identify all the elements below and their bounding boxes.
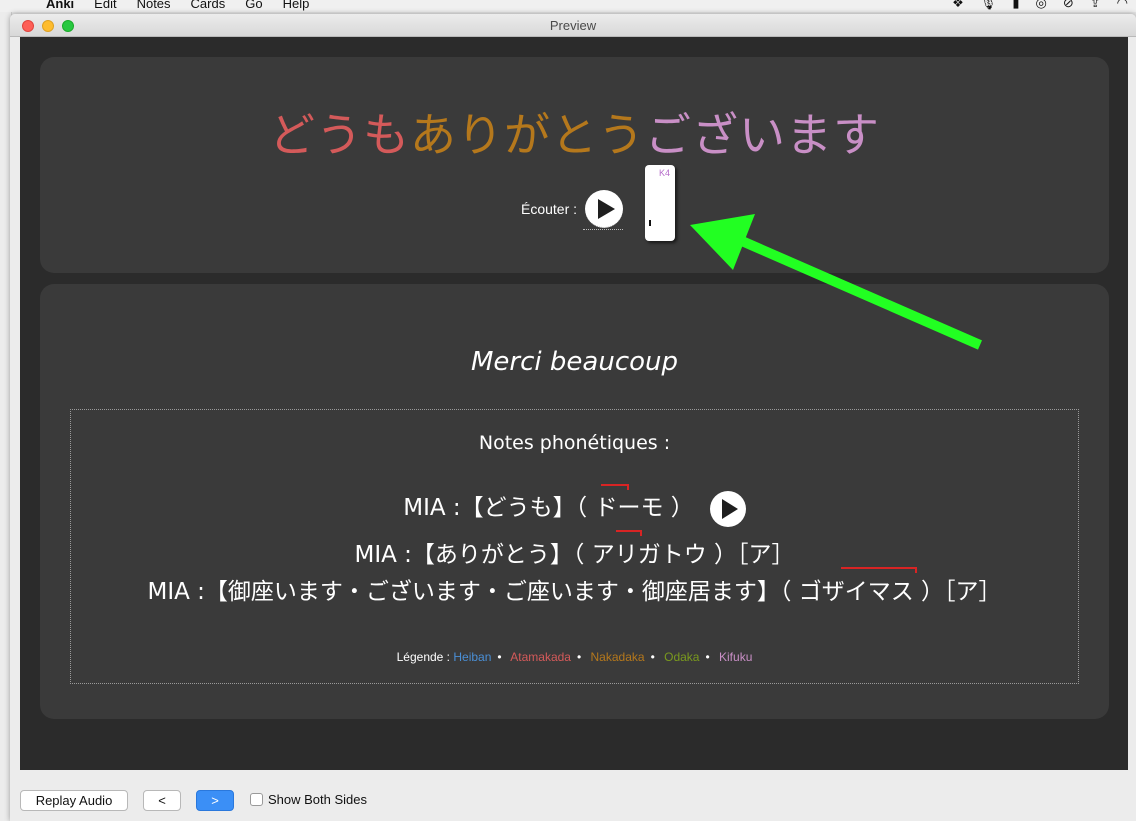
play-audio-icon[interactable]	[585, 190, 624, 228]
upload-icon[interactable]: ⇪	[1090, 0, 1101, 11]
card-webview: どうもありがとうございます Écouter : K4 Merci beaucou…	[20, 37, 1128, 770]
card-front-panel: どうもありがとうございます Écouter : K4	[40, 57, 1109, 273]
reading-line: MIA :【どうも】（ ドーモ ）	[71, 488, 1078, 527]
stroke-card-label: K4	[658, 168, 670, 178]
card-back-panel: Merci beaucoup Notes phonétiques : MIA :…	[40, 284, 1109, 719]
reading-text: MIA :【御座います・ございます・ご座います・御座居ます】（ ゴザイマス ）［…	[147, 579, 1002, 605]
previous-card-button[interactable]: <	[143, 790, 181, 811]
word-part-1: どうも	[269, 108, 410, 162]
translation: Merci beaucoup	[471, 347, 678, 377]
reading-line: MIA :【ありがとう】（ アリガトウ ）［ア］	[71, 535, 1078, 569]
menu-help[interactable]: Help	[283, 0, 310, 11]
menu-items: Anki Edit Notes Cards Go Help	[46, 0, 309, 11]
macos-menubar: Anki Edit Notes Cards Go Help ❖ 🎙 ▮ ◎ ⊘ …	[0, 0, 1136, 12]
reading-text: MIA :【どうも】（ ドーモ ）	[403, 495, 694, 521]
play-audio-icon[interactable]	[709, 490, 746, 527]
reading-text: MIA :【ありがとう】（ アリガトウ ）［ア］	[354, 542, 795, 568]
phonetic-notes-box: Notes phonétiques : MIA :【どうも】（ ドーモ ） MI…	[70, 409, 1079, 684]
legend-kifuku: Kifuku	[719, 650, 753, 664]
close-window-button[interactable]	[22, 20, 34, 32]
stroke-mark	[649, 220, 651, 226]
menu-notes[interactable]: Notes	[137, 0, 171, 11]
preview-bottom-bar: Replay Audio < > Show Both Sides	[10, 770, 1136, 821]
preview-window: Preview どうもありがとうございます Écouter : K4 Merci…	[10, 14, 1136, 821]
show-both-sides-label: Show Both Sides	[268, 792, 368, 807]
pitch-accent-mark	[616, 530, 642, 536]
no-entry-icon[interactable]: ⊘	[1063, 0, 1074, 11]
status-icons: ❖ 🎙 ▮ ◎ ⊘ ⇪ ◠	[952, 0, 1128, 11]
sync-icon[interactable]: ◎	[1036, 0, 1047, 11]
phonetic-notes-title: Notes phonétiques :	[478, 432, 671, 454]
word-part-3: ございます	[645, 108, 880, 162]
audio-meter-icon[interactable]: ▮	[1012, 0, 1019, 11]
pitch-accent-mark	[601, 484, 629, 490]
dropbox-icon[interactable]: ❖	[952, 0, 964, 11]
show-both-sides-checkbox[interactable]	[250, 793, 263, 806]
replay-audio-button[interactable]: Replay Audio	[20, 790, 128, 811]
stroke-order-card: K4	[645, 165, 675, 241]
listen-row: Écouter :	[521, 190, 624, 228]
menu-edit[interactable]: Edit	[94, 0, 116, 11]
legend-atamakada: Atamakada	[510, 650, 571, 664]
title-bar[interactable]: Preview	[10, 14, 1136, 37]
pitch-accent-mark	[841, 567, 917, 573]
play-underline	[583, 229, 623, 230]
microphone-icon[interactable]: 🎙	[980, 0, 997, 11]
legend-label: Légende :	[396, 650, 451, 664]
word-part-2: ありがとう	[410, 108, 645, 162]
legend-heiban: Heiban	[453, 650, 492, 664]
maximize-window-button[interactable]	[62, 20, 74, 32]
menu-go[interactable]: Go	[245, 0, 262, 11]
menu-cards[interactable]: Cards	[191, 0, 226, 11]
minimize-window-button[interactable]	[42, 20, 54, 32]
menu-anki[interactable]: Anki	[46, 0, 74, 11]
legend-odaka: Odaka	[664, 650, 700, 664]
japanese-word: どうもありがとうございます	[40, 99, 1109, 165]
reading-line: MIA :【御座います・ございます・ご座います・御座居ます】（ ゴザイマス ）［…	[71, 572, 1078, 606]
window-title: Preview	[549, 18, 597, 33]
listen-label: Écouter :	[521, 201, 578, 217]
next-card-button[interactable]: >	[196, 790, 234, 811]
legend-nakadaka: Nakadaka	[590, 650, 645, 664]
wifi-icon[interactable]: ◠	[1117, 0, 1128, 11]
show-both-sides-toggle[interactable]: Show Both Sides	[250, 792, 367, 807]
pitch-legend: Légende : Heiban • Atamakada • Nakadaka • O…	[396, 650, 753, 664]
